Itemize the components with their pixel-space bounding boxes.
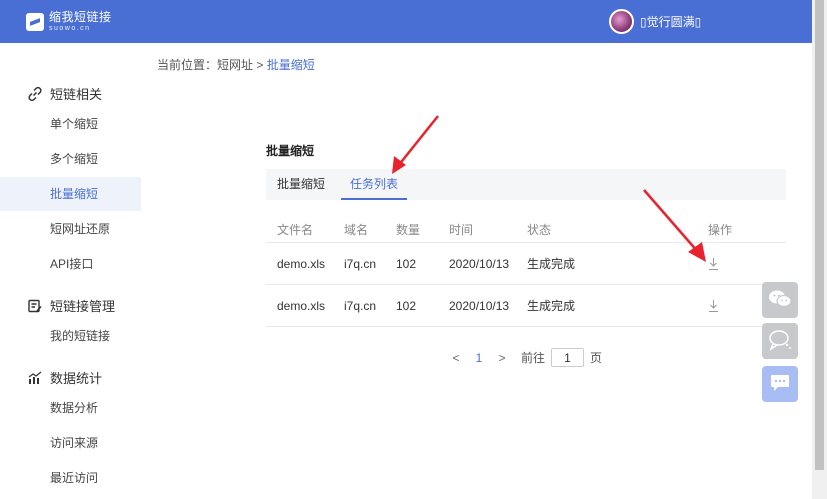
sidebar-section-stats: 数据统计	[27, 368, 102, 387]
prev-page-button[interactable]: <	[449, 351, 463, 365]
goto-page-input[interactable]	[551, 348, 585, 367]
message-button[interactable]	[762, 366, 798, 402]
column-header: 数量	[396, 223, 421, 237]
cell-time: 2020/10/13	[449, 299, 510, 313]
column-header: 操作	[708, 223, 733, 237]
column-header: 文件名	[277, 223, 314, 237]
tab-task-list[interactable]: 任务列表	[341, 169, 407, 200]
scrollbar-thumb[interactable]	[815, 0, 824, 470]
tab-batch-shorten[interactable]: 批量缩短	[277, 169, 325, 200]
cell-domain: i7q.cn	[344, 257, 377, 271]
sidebar-section-manage: 短链接管理	[27, 296, 115, 315]
bar-chart-icon	[27, 370, 43, 386]
cell-filename: demo.xls	[277, 257, 326, 271]
task-table: 文件名 域名 数量 时间 状态 操作 demo.xls i7q.cn 102 2…	[266, 214, 786, 327]
cell-time: 2020/10/13	[449, 257, 510, 271]
sidebar-item-restore[interactable]: 短网址还原	[0, 212, 141, 246]
edit-icon	[27, 298, 43, 314]
page-suffix: 页	[590, 351, 603, 365]
column-header: 域名	[344, 223, 369, 237]
page-number[interactable]: 1	[468, 351, 490, 365]
logo-text: 缩我短链接	[49, 10, 112, 24]
logo-icon	[26, 12, 44, 31]
consult-button[interactable]	[762, 323, 798, 359]
breadcrumb-prefix: 当前位置：短网址 >	[157, 58, 267, 72]
cell-status: 生成完成	[527, 257, 576, 271]
sidebar-item-my-links[interactable]: 我的短链接	[0, 319, 141, 353]
cell-status: 生成完成	[527, 299, 576, 313]
breadcrumb: 当前位置：短网址 > 批量缩短	[157, 56, 315, 73]
sidebar-section-label: 数据统计	[50, 371, 103, 386]
sidebar-item-recent[interactable]: 最近访问	[0, 461, 141, 495]
tab-bar: 批量缩短 任务列表	[266, 169, 786, 200]
page-title: 批量缩短	[266, 144, 315, 158]
cell-count: 102	[396, 257, 417, 271]
link-icon	[27, 86, 43, 102]
message-icon	[770, 374, 790, 395]
logo-domain: suowo.cn	[49, 25, 91, 32]
username[interactable]: ▯觉行圆满▯	[640, 13, 701, 30]
table-row: demo.xls i7q.cn 102 2020/10/13 生成完成	[266, 285, 786, 327]
scrollbar[interactable]	[812, 0, 827, 499]
cell-count: 102	[396, 299, 417, 313]
pagination: < 1 > 前往 页	[449, 348, 602, 367]
sidebar-item-single[interactable]: 单个缩短	[0, 107, 141, 141]
column-header: 状态	[527, 223, 552, 237]
sidebar-section-label: 短链接管理	[50, 299, 116, 314]
sidebar-section-label: 短链相关	[50, 87, 103, 102]
table-header: 文件名 域名 数量 时间 状态 操作	[266, 214, 786, 243]
sidebar-item-api[interactable]: API接口	[0, 247, 141, 281]
download-icon[interactable]	[708, 257, 719, 271]
sidebar-item-multiple[interactable]: 多个缩短	[0, 142, 141, 176]
download-icon[interactable]	[708, 299, 719, 313]
avatar[interactable]	[609, 9, 634, 34]
goto-label: 前往	[521, 351, 546, 365]
breadcrumb-current[interactable]: 批量缩短	[267, 58, 315, 72]
table-row: demo.xls i7q.cn 102 2020/10/13 生成完成	[266, 243, 786, 285]
sidebar: 短链相关 单个缩短 多个缩短 批量缩短 短网址还原 API接口 短链接管理 我的…	[0, 43, 141, 499]
cell-domain: i7q.cn	[344, 299, 377, 313]
cell-filename: demo.xls	[277, 299, 326, 313]
sidebar-item-sources[interactable]: 访问来源	[0, 426, 141, 460]
wechat-icon	[768, 288, 792, 313]
column-header: 时间	[449, 223, 474, 237]
logo[interactable]: 缩我短链接 suowo.cn	[26, 11, 112, 32]
wechat-button[interactable]	[762, 282, 798, 318]
sidebar-section-links: 短链相关	[27, 84, 102, 103]
next-page-button[interactable]: >	[495, 351, 509, 365]
sidebar-item-batch[interactable]: 批量缩短	[0, 177, 141, 211]
chat-bubble-icon	[768, 329, 792, 354]
user-menu[interactable]: ▯觉行圆满▯	[609, 9, 701, 34]
sidebar-item-analysis[interactable]: 数据分析	[0, 391, 141, 425]
top-header: 缩我短链接 suowo.cn ▯觉行圆满▯	[0, 0, 812, 43]
